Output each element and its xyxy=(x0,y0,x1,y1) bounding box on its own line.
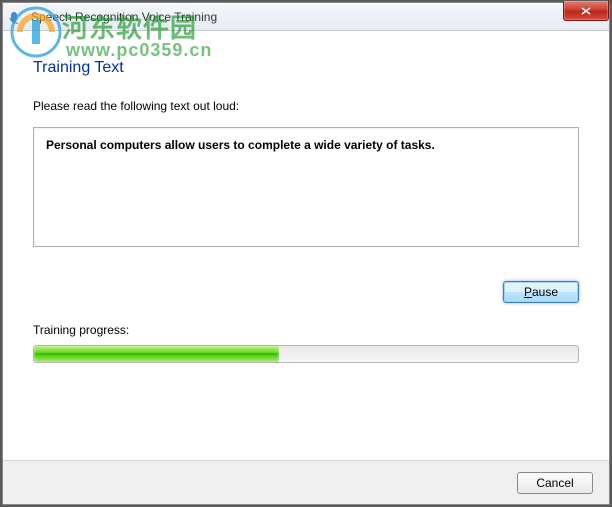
pause-button[interactable]: Pause xyxy=(503,281,579,303)
close-icon xyxy=(581,7,591,15)
footer: Cancel xyxy=(3,460,609,504)
training-text-box: Personal computers allow users to comple… xyxy=(33,127,579,247)
titlebar: Speech Recognition Voice Training xyxy=(3,3,609,31)
progress-bar xyxy=(33,345,579,363)
cancel-button[interactable]: Cancel xyxy=(517,472,593,494)
content-area: Training Text Please read the following … xyxy=(3,31,609,363)
progress-fill xyxy=(34,346,279,362)
page-heading: Training Text xyxy=(33,59,579,77)
training-text: Personal computers allow users to comple… xyxy=(46,138,435,152)
progress-label: Training progress: xyxy=(33,323,579,337)
instruction-text: Please read the following text out loud: xyxy=(33,99,579,113)
window-frame: Speech Recognition Voice Training Traini… xyxy=(2,2,610,505)
app-icon xyxy=(9,9,25,25)
close-button[interactable] xyxy=(563,1,609,21)
window-title: Speech Recognition Voice Training xyxy=(31,10,217,24)
